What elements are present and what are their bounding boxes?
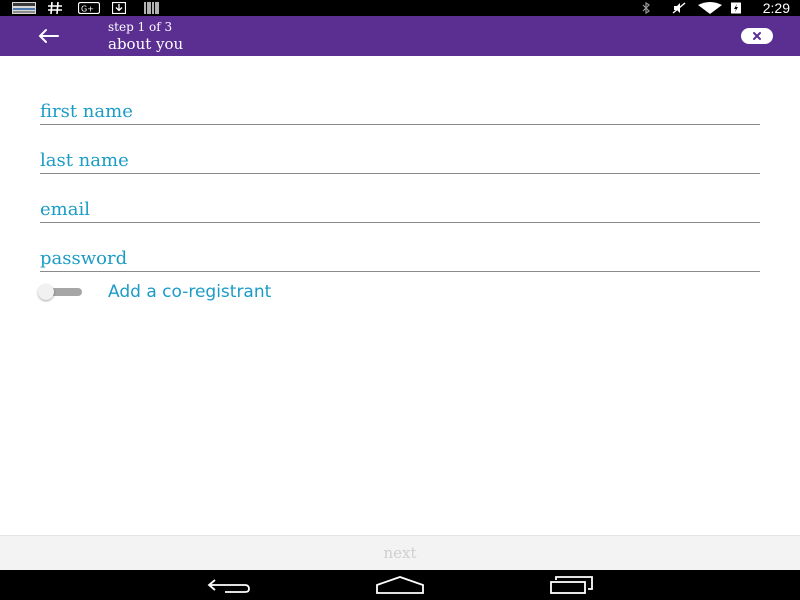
toggle-thumb <box>38 284 54 300</box>
close-button[interactable] <box>741 28 773 44</box>
battery-charging-icon <box>731 2 741 14</box>
password-field <box>40 241 760 272</box>
barcode-icon <box>144 2 159 14</box>
email-field <box>40 192 760 223</box>
bluetooth-icon <box>642 2 650 14</box>
wsj-news-icon <box>12 2 36 14</box>
google-plus-icon: G+ <box>78 2 100 14</box>
status-bar: G+ 2:29 <box>0 0 800 16</box>
footer-bar: next <box>0 535 800 570</box>
page-title: about you <box>108 35 184 53</box>
status-time: 2:29 <box>762 0 790 16</box>
wifi-icon <box>698 2 722 14</box>
next-button[interactable]: next <box>340 542 460 564</box>
close-icon <box>753 32 761 40</box>
app-toolbar: step 1 of 3 about you <box>0 16 800 56</box>
back-arrow-icon[interactable] <box>34 24 62 48</box>
last-name-field <box>40 143 760 174</box>
system-nav-bar <box>0 570 800 600</box>
download-icon <box>112 2 126 14</box>
hashtag-icon <box>48 2 62 14</box>
back-icon[interactable] <box>205 575 253 595</box>
password-input[interactable] <box>40 248 760 269</box>
svg-text:G+: G+ <box>81 5 94 14</box>
co-registrant-label: Add a co-registrant <box>108 282 272 302</box>
step-indicator: step 1 of 3 <box>108 20 173 34</box>
home-icon[interactable] <box>375 575 425 595</box>
email-input[interactable] <box>40 199 760 220</box>
co-registrant-toggle[interactable] <box>38 284 84 300</box>
last-name-input[interactable] <box>40 150 760 171</box>
first-name-input[interactable] <box>40 101 760 122</box>
first-name-field <box>40 94 760 125</box>
recent-apps-icon[interactable] <box>548 575 596 595</box>
mute-icon <box>672 2 686 14</box>
